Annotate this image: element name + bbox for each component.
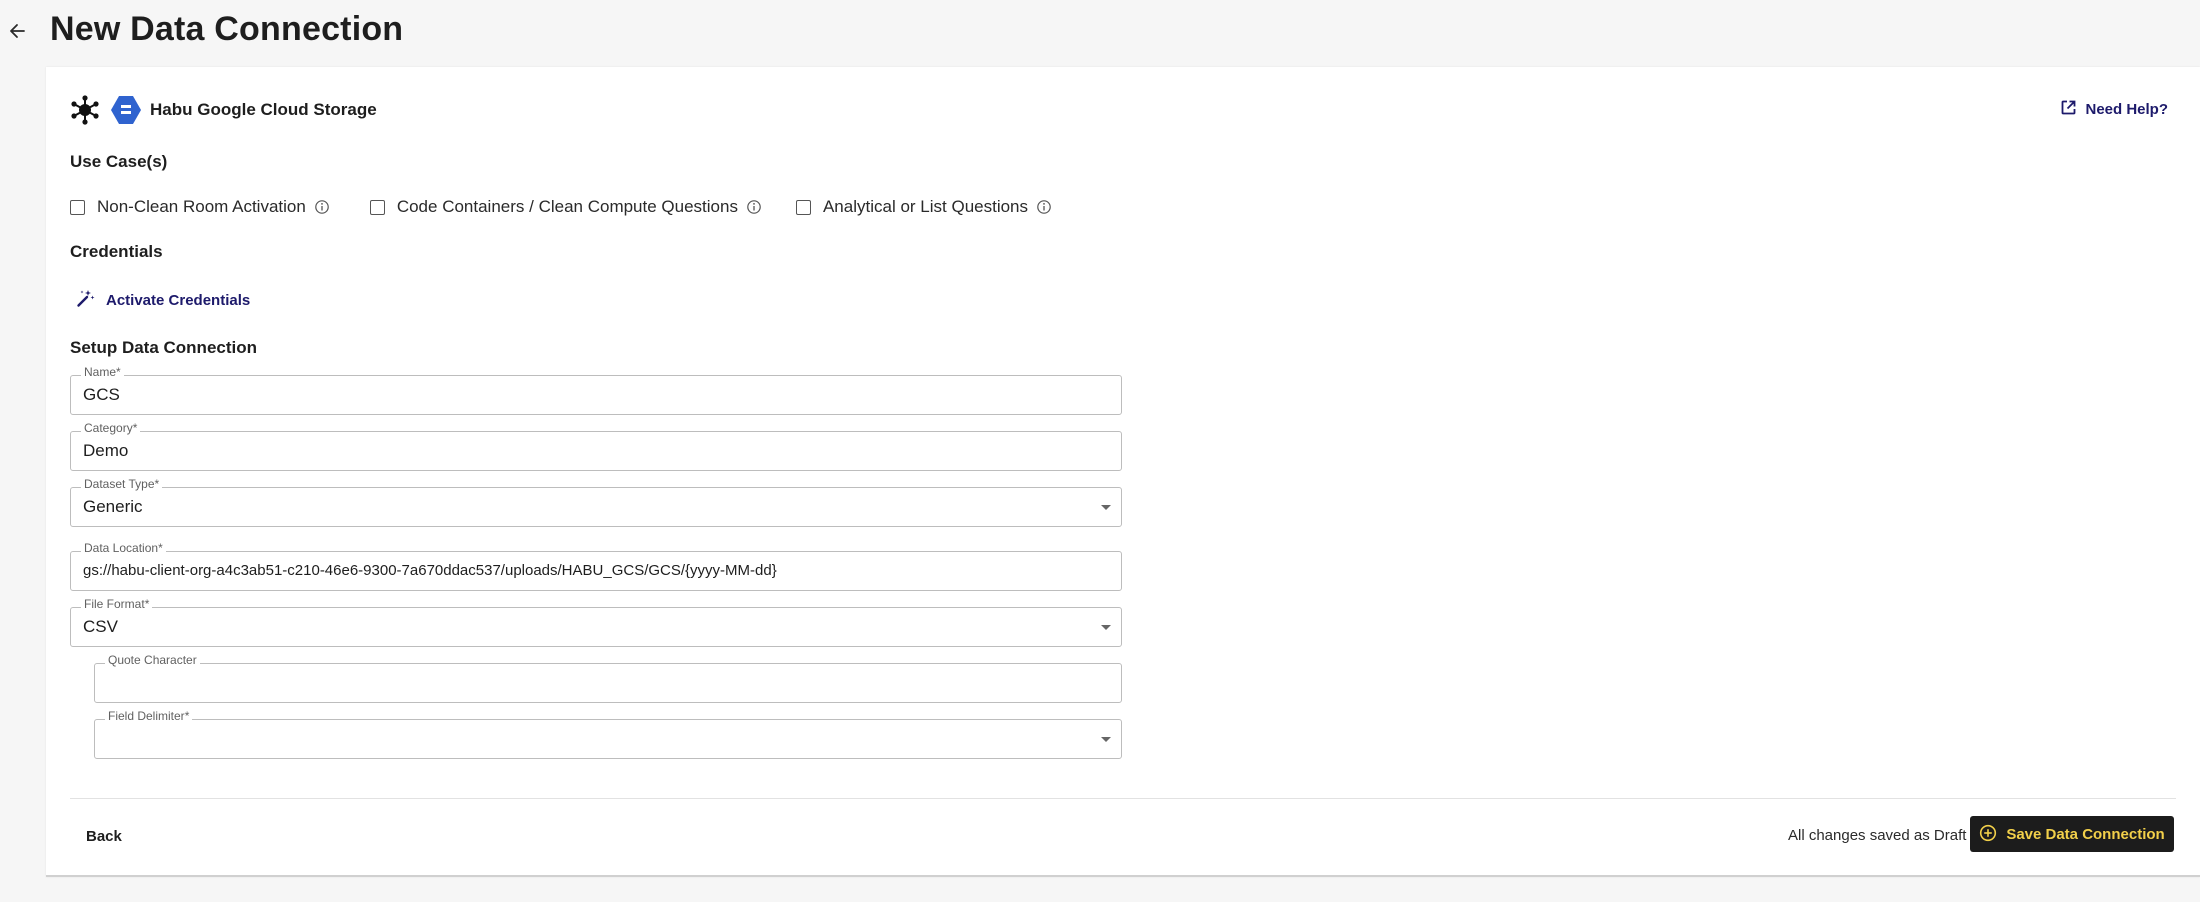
- quote-character-field[interactable]: Quote Character: [94, 653, 1122, 703]
- gcs-hexagon-icon: [110, 94, 142, 126]
- file-format-label: File Format*: [81, 597, 153, 611]
- file-format-select[interactable]: File Format* CSV: [70, 597, 1122, 647]
- provider-name: Habu Google Cloud Storage: [150, 100, 377, 119]
- save-button-label: Save Data Connection: [2006, 825, 2165, 843]
- dataset-type-select[interactable]: Dataset Type* Generic: [70, 477, 1122, 527]
- name-field[interactable]: Name* GCS: [70, 365, 1122, 415]
- caret-down-icon: [1101, 737, 1111, 742]
- info-icon[interactable]: [746, 199, 762, 215]
- need-help-label: Need Help?: [2085, 101, 2168, 118]
- footer-divider: [70, 798, 2176, 799]
- use-case-code-containers[interactable]: Code Containers / Clean Compute Question…: [369, 197, 762, 217]
- activate-credentials-label: Activate Credentials: [106, 291, 251, 309]
- provider-row: Habu Google Cloud Storage: [70, 93, 377, 127]
- info-icon[interactable]: [314, 199, 330, 215]
- field-delimiter-select[interactable]: Field Delimiter*: [94, 709, 1122, 759]
- external-link-icon: [2060, 99, 2077, 120]
- category-field-label: Category*: [81, 421, 141, 435]
- caret-down-icon: [1101, 625, 1111, 630]
- plus-circle-icon: [1979, 824, 1997, 845]
- data-location-label: Data Location*: [81, 541, 166, 555]
- category-field-value: Demo: [83, 441, 129, 460]
- back-button[interactable]: Back: [86, 824, 122, 849]
- use-case-label: Code Containers / Clean Compute Question…: [396, 197, 738, 216]
- file-format-value: CSV: [83, 617, 118, 636]
- data-location-field[interactable]: Data Location* gs://habu-client-org-a4c3…: [70, 541, 1122, 591]
- quote-character-label: Quote Character: [105, 653, 200, 667]
- caret-down-icon: [1101, 505, 1111, 510]
- checkbox[interactable]: [369, 199, 385, 215]
- need-help-link[interactable]: Need Help?: [2060, 99, 2168, 120]
- use-cases-group: Non-Clean Room Activation Code Container…: [70, 187, 1092, 227]
- use-case-label: Non-Clean Room Activation: [97, 197, 306, 216]
- setup-title: Setup Data Connection: [70, 338, 258, 357]
- magic-wand-icon: [76, 288, 96, 313]
- dataset-type-label: Dataset Type*: [81, 477, 163, 491]
- use-case-label: Analytical or List Questions: [822, 197, 1029, 216]
- dataset-type-value: Generic: [83, 497, 143, 516]
- connection-form-card: Habu Google Cloud Storage Need Help? Use…: [46, 67, 2200, 877]
- checkbox[interactable]: [795, 199, 811, 215]
- draft-status: All changes saved as Draft: [1788, 827, 1967, 844]
- name-field-value: GCS: [83, 385, 120, 404]
- data-location-value: gs://habu-client-org-a4c3ab51-c210-46e6-…: [83, 562, 777, 579]
- activate-credentials-button[interactable]: Activate Credentials: [76, 285, 250, 315]
- credentials-title: Credentials: [70, 242, 163, 261]
- field-delimiter-label: Field Delimiter*: [105, 709, 193, 723]
- page-header: New Data Connection: [0, 0, 2200, 66]
- name-field-label: Name*: [81, 365, 124, 379]
- checkbox[interactable]: [70, 199, 85, 215]
- category-field[interactable]: Category* Demo: [70, 421, 1122, 471]
- save-data-connection-button[interactable]: Save Data Connection: [1970, 816, 2174, 852]
- use-cases-title: Use Case(s): [70, 152, 168, 171]
- use-case-analytical-or-list-questions[interactable]: Analytical or List Questions: [795, 197, 1052, 217]
- page-title: New Data Connection: [50, 10, 404, 48]
- info-icon[interactable]: [1036, 199, 1052, 215]
- arrow-left-icon[interactable]: [6, 20, 28, 42]
- use-case-non-clean-room-activation[interactable]: Non-Clean Room Activation: [70, 197, 330, 217]
- habu-network-icon: [70, 95, 100, 125]
